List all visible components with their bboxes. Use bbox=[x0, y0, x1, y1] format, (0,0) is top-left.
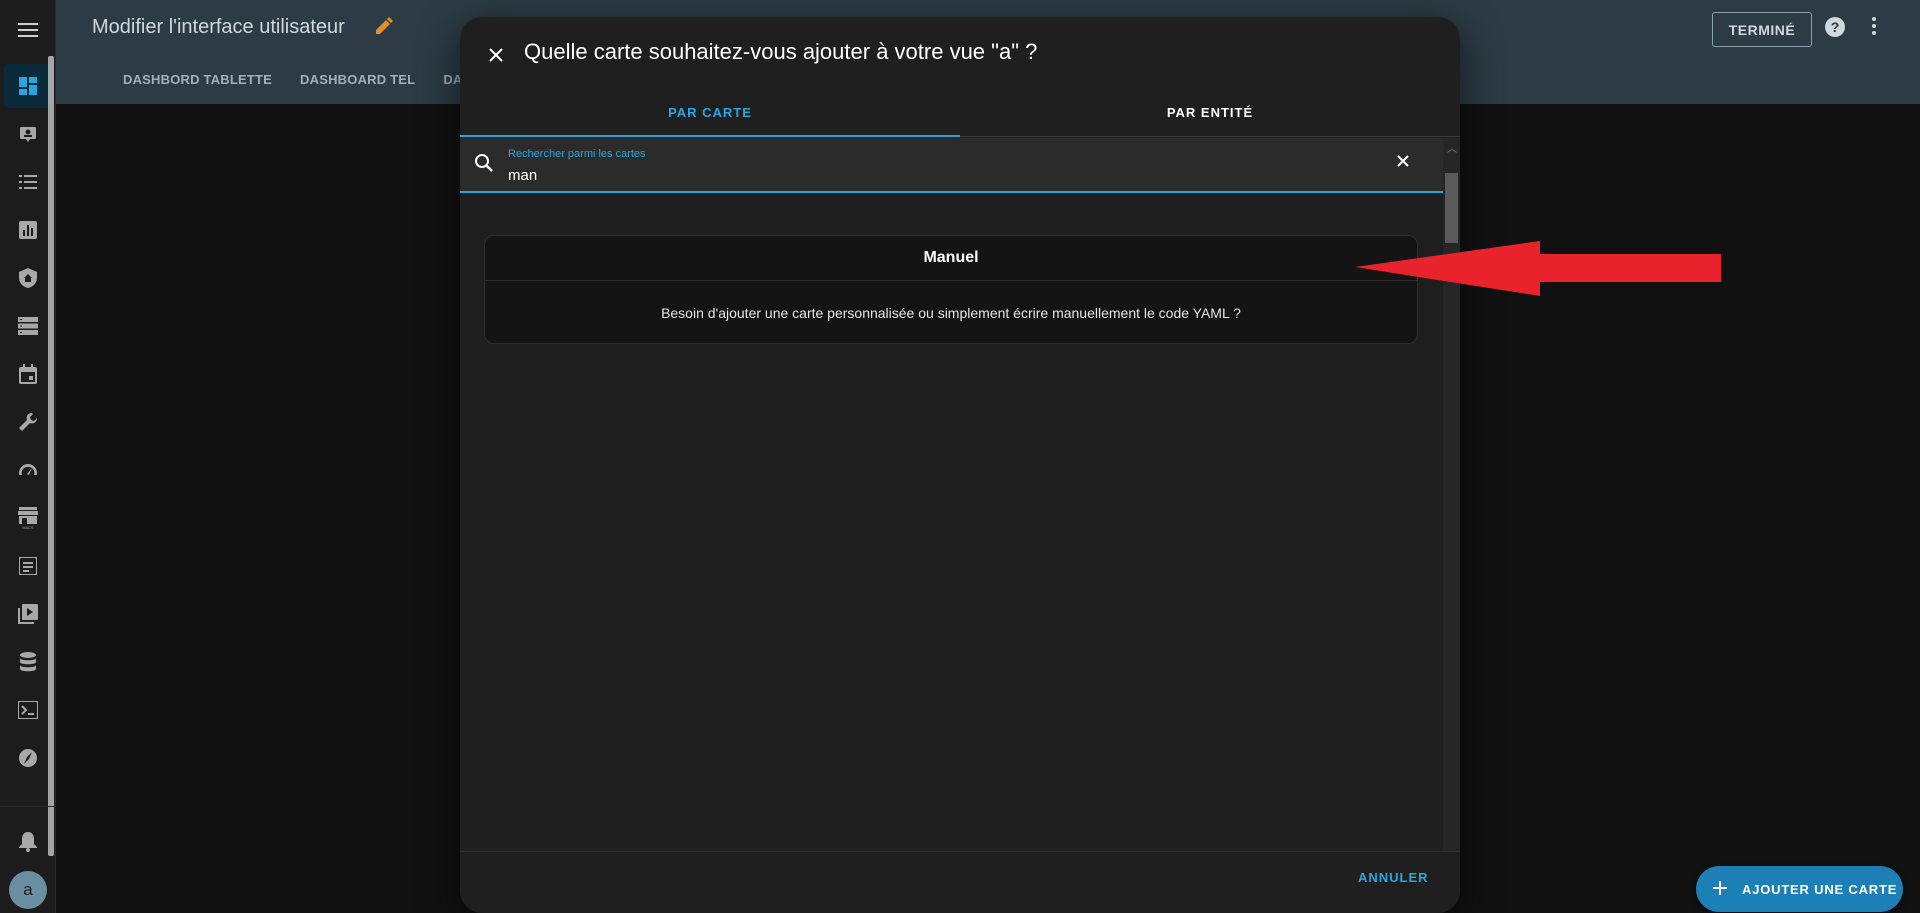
pencil-icon[interactable] bbox=[374, 16, 394, 41]
more-vertical-icon[interactable] bbox=[1871, 16, 1877, 41]
shield-home-icon[interactable] bbox=[4, 256, 52, 300]
search-icon bbox=[474, 153, 494, 178]
calendar-icon[interactable] bbox=[4, 352, 52, 396]
tab-par-carte[interactable]: PAR CARTE bbox=[460, 89, 960, 137]
log-icon[interactable] bbox=[4, 544, 52, 588]
compass-icon[interactable] bbox=[4, 736, 52, 780]
search-input[interactable] bbox=[508, 164, 1368, 186]
dialog-tabs: PAR CARTE PAR ENTITÉ bbox=[460, 89, 1460, 137]
terminal-icon[interactable] bbox=[4, 688, 52, 732]
dashboard-icon[interactable] bbox=[4, 64, 52, 108]
tab-dashbord-tablette[interactable]: DASHBORD TABLETTE bbox=[123, 72, 272, 87]
clear-icon[interactable] bbox=[1396, 154, 1410, 173]
sidebar-scrollbar[interactable] bbox=[48, 56, 54, 856]
view-tabs: DASHBORD TABLETTE DASHBOARD TEL DASH bbox=[123, 72, 509, 87]
help-icon[interactable]: ? bbox=[1824, 16, 1846, 43]
search-label: Rechercher parmi les cartes bbox=[508, 148, 646, 160]
dialog-title: Quelle carte souhaitez-vous ajouter à vo… bbox=[524, 39, 1038, 64]
tab-dashboard-tel[interactable]: DASHBOARD TEL bbox=[300, 72, 415, 87]
sidebar: HACS a bbox=[0, 0, 56, 913]
add-card-label: AJOUTER UNE CARTE bbox=[1742, 881, 1898, 897]
database-icon[interactable] bbox=[4, 640, 52, 684]
server-icon[interactable] bbox=[4, 304, 52, 348]
scroll-thumb[interactable] bbox=[1445, 173, 1458, 243]
search-field: Rechercher parmi les cartes bbox=[460, 138, 1443, 193]
card-title: Manuel bbox=[485, 236, 1417, 281]
red-arrow-annotation bbox=[1355, 236, 1725, 301]
close-icon[interactable] bbox=[482, 41, 510, 69]
dialog-footer: ANNULER bbox=[460, 851, 1460, 913]
tab-par-entite[interactable]: PAR ENTITÉ bbox=[960, 89, 1460, 136]
add-card-dialog: Quelle carte souhaitez-vous ajouter à vo… bbox=[460, 17, 1460, 913]
media-icon[interactable] bbox=[4, 592, 52, 636]
page-title: Modifier l'interface utilisateur bbox=[92, 16, 345, 38]
logbook-icon[interactable] bbox=[4, 160, 52, 204]
history-icon[interactable] bbox=[4, 208, 52, 252]
scroll-up-icon[interactable]: ︿ bbox=[1447, 140, 1457, 155]
card-description: Besoin d'ajouter une carte personnalisée… bbox=[661, 304, 1241, 321]
menu-icon[interactable] bbox=[14, 16, 42, 44]
hacs-store-icon[interactable]: HACS bbox=[4, 496, 52, 540]
speedometer-icon[interactable] bbox=[4, 448, 52, 492]
avatar[interactable]: a bbox=[9, 871, 47, 909]
svg-text:HACS: HACS bbox=[22, 525, 33, 529]
add-card-button[interactable]: AJOUTER UNE CARTE bbox=[1696, 866, 1903, 912]
done-button[interactable]: TERMINÉ bbox=[1712, 12, 1812, 47]
svg-text:?: ? bbox=[1831, 19, 1840, 35]
map-icon[interactable] bbox=[4, 112, 52, 156]
plus-icon bbox=[1712, 880, 1728, 899]
sidebar-divider bbox=[0, 806, 56, 807]
cancel-button[interactable]: ANNULER bbox=[1358, 870, 1429, 885]
bell-icon[interactable] bbox=[4, 820, 52, 864]
manual-card[interactable]: Manuel Besoin d'ajouter une carte person… bbox=[484, 235, 1418, 344]
wrench-icon[interactable] bbox=[4, 400, 52, 444]
